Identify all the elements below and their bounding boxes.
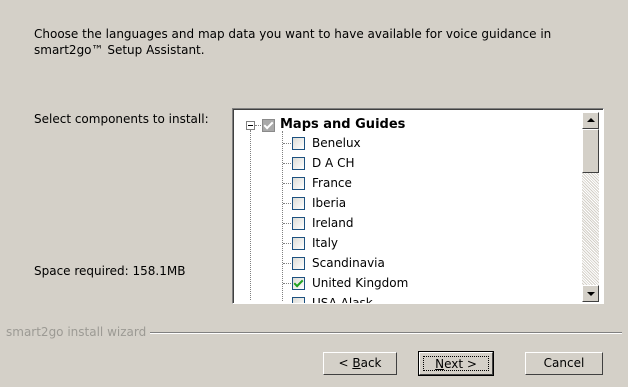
component-checkbox[interactable] bbox=[292, 137, 305, 150]
tree-connector bbox=[283, 143, 291, 144]
component-label[interactable]: Benelux bbox=[312, 136, 361, 150]
component-checkbox[interactable] bbox=[292, 177, 305, 190]
component-checkbox[interactable] bbox=[292, 157, 305, 170]
arrow-down-icon bbox=[587, 292, 595, 296]
component-label[interactable]: Scandinavia bbox=[312, 256, 385, 270]
tree-connector bbox=[255, 125, 261, 126]
tree-connector bbox=[283, 303, 291, 304]
back-button[interactable]: < Back bbox=[323, 352, 397, 375]
component-checkbox[interactable] bbox=[292, 217, 305, 230]
next-button-mnemonic: N bbox=[435, 357, 445, 371]
scroll-down-button[interactable] bbox=[582, 285, 599, 302]
components-tree[interactable]: Maps and Guides Benelux D A CH France Iberi… bbox=[232, 108, 604, 304]
vertical-scrollbar[interactable] bbox=[582, 112, 599, 302]
component-label[interactable]: D A CH bbox=[312, 156, 354, 170]
component-label[interactable]: Iberia bbox=[312, 196, 346, 210]
component-label[interactable]: USA Alask bbox=[312, 296, 373, 303]
tree-connector bbox=[283, 243, 291, 244]
component-checkbox[interactable] bbox=[292, 257, 305, 270]
cancel-button[interactable]: Cancel bbox=[525, 352, 603, 375]
tree-connector bbox=[283, 183, 291, 184]
tree-guide-line bbox=[250, 130, 251, 300]
components-tree-inner: Maps and Guides Benelux D A CH France Iberi… bbox=[233, 109, 603, 303]
back-button-rest: ack bbox=[360, 356, 382, 370]
component-label[interactable]: Italy bbox=[312, 236, 338, 250]
tree-connector bbox=[283, 283, 291, 284]
component-checkbox[interactable] bbox=[292, 297, 305, 303]
next-button-rest: ext > bbox=[444, 357, 477, 371]
arrow-up-icon bbox=[587, 118, 595, 122]
back-button-mnemonic: B bbox=[352, 356, 361, 370]
tree-connector bbox=[283, 223, 291, 224]
tree-guide-line bbox=[282, 131, 283, 301]
component-label[interactable]: Ireland bbox=[312, 216, 354, 230]
component-checkbox[interactable] bbox=[292, 237, 305, 250]
next-button-focus-ring: Next > bbox=[423, 356, 489, 371]
component-label[interactable]: United Kingdom bbox=[312, 276, 408, 290]
tree-connector bbox=[283, 163, 291, 164]
maps-and-guides-label[interactable]: Maps and Guides bbox=[280, 117, 405, 132]
scrollbar-track[interactable] bbox=[582, 173, 599, 285]
maps-and-guides-checkbox[interactable] bbox=[262, 119, 275, 132]
tree-connector bbox=[283, 263, 291, 264]
scroll-up-button[interactable] bbox=[582, 112, 599, 129]
tree-connector bbox=[283, 203, 291, 204]
select-components-label: Select components to install: bbox=[34, 112, 209, 126]
wizard-name-label: smart2go install wizard bbox=[6, 325, 151, 339]
space-required-label: Space required: 158.1MB bbox=[34, 264, 186, 278]
back-button-prefix: < bbox=[338, 356, 353, 370]
description-text: Choose the languages and map data you wa… bbox=[34, 27, 552, 57]
component-checkbox[interactable] bbox=[292, 197, 305, 210]
next-button[interactable]: Next > bbox=[418, 351, 494, 376]
component-checkbox[interactable] bbox=[292, 277, 305, 290]
collapse-toggle-icon[interactable] bbox=[246, 121, 255, 130]
component-label[interactable]: France bbox=[312, 176, 352, 190]
scrollbar-thumb[interactable] bbox=[582, 129, 599, 173]
